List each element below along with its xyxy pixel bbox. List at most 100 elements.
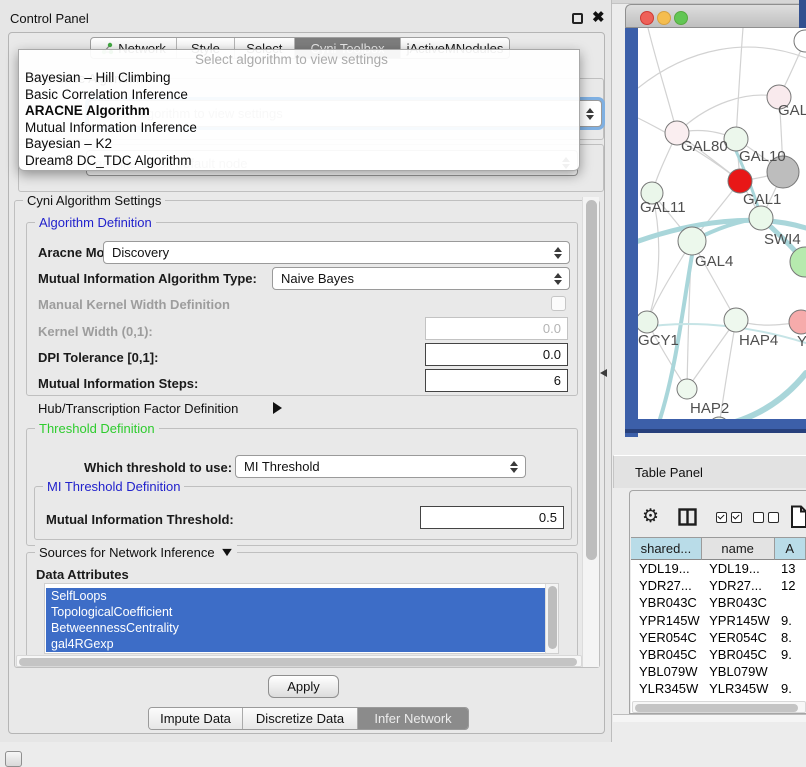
network-graph: GAL7 GAL80 GAL10 GAL1 GAL11 SWI4 GAL4 GC… [638, 28, 806, 419]
algorithm-option[interactable]: Dream8 DC_TDC Algorithm [19, 153, 579, 170]
dpi-tolerance-field[interactable]: 0.0 [425, 343, 568, 366]
column-header-partial[interactable]: A [775, 537, 806, 560]
table-cell: YBL079W [631, 663, 701, 680]
split-columns-icon[interactable] [678, 508, 697, 526]
algorithm-option[interactable]: Mutual Information Inference [19, 120, 579, 137]
table-row[interactable]: YDL19...YDL19...13 [631, 560, 806, 577]
node-label: GAL80 [681, 138, 728, 155]
table-cell: 8. [773, 629, 806, 646]
node-label: Y [797, 333, 806, 350]
gear-icon[interactable]: ⚙ [642, 507, 659, 526]
network-node-gcy1[interactable] [638, 311, 658, 333]
apply-button[interactable]: Apply [268, 675, 339, 698]
network-node-swi4[interactable] [749, 206, 773, 230]
data-attribute-item[interactable]: BetweennessCentrality [46, 620, 550, 636]
data-attributes-label: Data Attributes [36, 567, 129, 582]
document-icon[interactable] [790, 505, 806, 529]
aracne-mode-combobox[interactable]: Discovery [103, 241, 570, 264]
table-row[interactable]: YDR27...YDR27...12 [631, 577, 806, 594]
network-node-pink[interactable] [789, 310, 806, 334]
group-title: Algorithm Definition [35, 215, 156, 230]
network-node[interactable] [709, 417, 729, 419]
kernel-width-field[interactable]: 0.0 [425, 317, 568, 340]
table-row[interactable]: YBR043CYBR043C [631, 594, 806, 611]
collapse-arrow-icon[interactable] [222, 549, 232, 556]
attribute-list-scrollbar[interactable] [545, 584, 558, 653]
settings-horizontal-scrollbar[interactable] [16, 655, 582, 667]
mi-threshold-label: Mutual Information Threshold: [46, 512, 234, 527]
network-window-border [625, 28, 638, 437]
network-view-canvas[interactable]: GAL7 GAL80 GAL10 GAL1 GAL11 SWI4 GAL4 GC… [638, 28, 806, 419]
table-cell: YLR345W [701, 680, 773, 697]
tab-discretize-data[interactable]: Discretize Data [243, 708, 358, 729]
table-cell: YDR27... [631, 577, 701, 594]
combo-stepper-icon [554, 247, 569, 259]
node-label: GAL1 [743, 191, 781, 208]
network-node-gal4[interactable] [678, 227, 706, 255]
float-window-icon[interactable] [572, 13, 583, 24]
table-cell: YLR345W [631, 680, 701, 697]
column-header-name[interactable]: name [702, 537, 775, 560]
select-all-columns-icon[interactable] [716, 512, 742, 523]
network-node[interactable] [794, 30, 806, 52]
screenshot-root: { "control_panel": { "title": "Control P… [0, 0, 806, 762]
manual-kernel-width-label: Manual Kernel Width Definition [38, 297, 230, 312]
table-row[interactable]: YBR045CYBR045C9. [631, 646, 806, 663]
algorithm-option[interactable]: Basic Correlation Inference [19, 87, 579, 104]
which-threshold-combobox[interactable]: MI Threshold [235, 455, 526, 478]
node-label: HAP2 [690, 400, 729, 417]
algorithm-option[interactable]: Bayesian – Hill Climbing [19, 70, 579, 87]
desktop-background [799, 0, 806, 29]
algorithm-option[interactable]: Bayesian – K2 [19, 136, 579, 153]
network-window-titlebar[interactable] [625, 4, 806, 28]
node-table-header: shared... name A [631, 537, 806, 560]
data-attribute-item[interactable]: TopologicalCoefficient [46, 604, 550, 620]
table-panel-title: Table Panel [635, 465, 703, 480]
mi-threshold-field[interactable]: 0.5 [420, 506, 564, 529]
table-cell: 9. [773, 612, 806, 629]
table-cell: YER054C [631, 629, 701, 646]
column-header-shared-name[interactable]: shared... [631, 537, 702, 560]
network-node-hap2[interactable] [677, 379, 697, 399]
table-cell: YBR045C [631, 646, 701, 663]
algorithm-option[interactable]: ARACNE Algorithm [19, 103, 579, 120]
dropdown-placeholder: Select algorithm to view settings [19, 50, 579, 70]
network-node-gal1-selected[interactable] [728, 169, 752, 193]
close-icon[interactable]: ✖ [592, 8, 605, 26]
combo-stepper-icon [510, 461, 525, 473]
table-panel-bottom-edge [613, 714, 806, 722]
minimize-traffic-light[interactable] [657, 11, 671, 25]
table-cell: YBL079W [701, 663, 773, 680]
algorithm-dropdown-popup: Select algorithm to view settings Bayesi… [18, 49, 580, 171]
tab-infer-network[interactable]: Infer Network [358, 708, 468, 729]
node-label: GAL10 [739, 148, 786, 165]
node-label: GAL4 [695, 253, 733, 270]
data-attribute-item[interactable]: SelfLoops [46, 588, 550, 604]
table-row[interactable]: YER054CYER054C8. [631, 629, 806, 646]
table-row[interactable]: YBL079WYBL079W [631, 663, 806, 680]
table-cell: YPR145W [701, 612, 773, 629]
cyni-bottom-tabs: Impute Data Discretize Data Infer Networ… [148, 707, 469, 730]
data-attribute-item[interactable]: gal4RGexp [46, 636, 550, 652]
table-row[interactable]: YLR345WYLR345W9. [631, 680, 806, 697]
close-traffic-light[interactable] [640, 11, 654, 25]
table-row[interactable]: YPR145WYPR145W9. [631, 612, 806, 629]
mi-steps-field[interactable]: 6 [425, 369, 568, 392]
node-label: GCY1 [638, 332, 679, 349]
manual-kernel-width-checkbox[interactable] [551, 296, 566, 311]
node-table-body: YDL19...YDL19...13YDR27...YDR27...12YBR0… [631, 560, 806, 713]
zoom-traffic-light[interactable] [674, 11, 688, 25]
restore-panel-icon[interactable] [5, 751, 22, 767]
mi-algorithm-type-combobox[interactable]: Naive Bayes [272, 267, 570, 290]
network-node-hap4[interactable] [724, 308, 748, 332]
node-label: HAP4 [739, 332, 778, 349]
mi-algorithm-type-label: Mutual Information Algorithm Type: [38, 271, 257, 286]
expand-arrow-icon[interactable] [273, 402, 282, 414]
group-title: Threshold Definition [35, 421, 159, 436]
table-horizontal-scrollbar[interactable] [632, 701, 806, 713]
table-cell: 13 [773, 560, 806, 577]
tab-impute-data[interactable]: Impute Data [149, 708, 243, 729]
kernel-width-label: Kernel Width (0,1): [38, 324, 153, 339]
deselect-all-columns-icon[interactable] [753, 512, 779, 523]
settings-vertical-scrollbar[interactable] [582, 197, 599, 667]
